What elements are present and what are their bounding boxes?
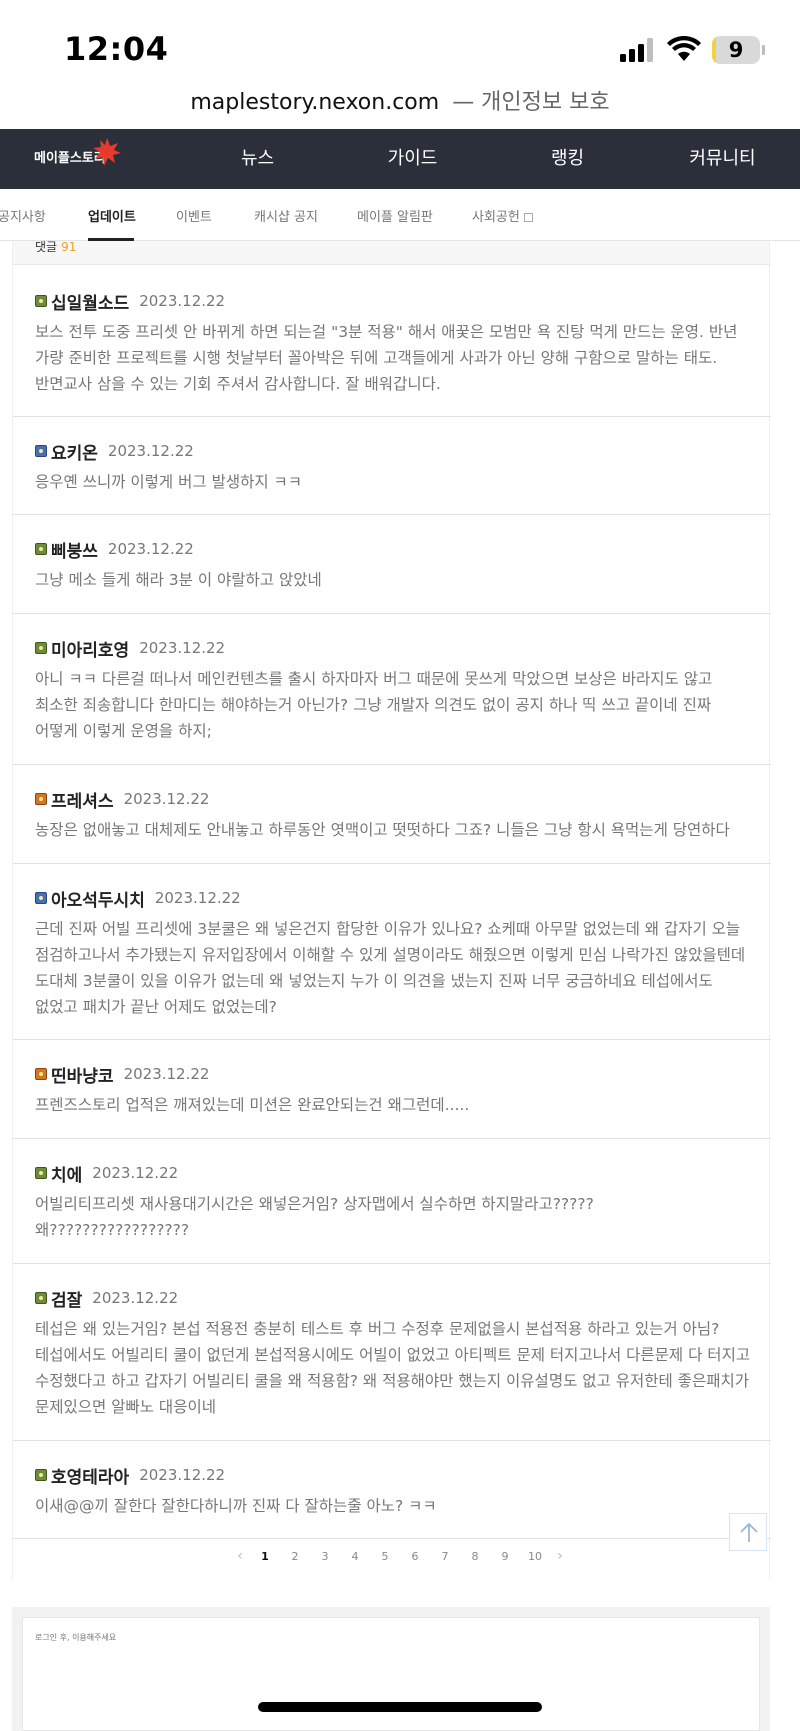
comment-text: 그냥 메소 들게 해라 3분 이 야랄하고 앉았네 [35,571,322,589]
comment-author[interactable]: 십일월소드 [51,289,129,314]
comment-input[interactable] [23,1618,759,1730]
maple-leaf-icon [93,138,121,166]
comment-date: 2023.12.22 [139,639,226,657]
level-badge-icon [35,1068,47,1080]
battery-nub [762,45,765,55]
comment-author[interactable]: 아오석두시치 [51,886,145,911]
home-indicator[interactable] [258,1702,542,1712]
page-link[interactable]: 4 [340,1550,370,1563]
subnav-update[interactable]: 업데이트 [88,206,136,225]
page-link[interactable]: 5 [370,1550,400,1563]
comment-author[interactable]: 호영테라아 [51,1463,129,1488]
comment-author[interactable]: 미아리호영 [51,636,129,661]
level-badge-icon [35,892,47,904]
nav-ranking[interactable]: 랭킹 [490,129,645,189]
comment-item: 치에 2023.12.22 어빌리티프리셋 재사용대기시간은 왜넣은거임? 상자맵… [13,1139,771,1264]
status-time: 12:04 [64,30,169,68]
level-badge-icon [35,1292,47,1304]
comment-text: 응우옌 쓰니까 이렇게 버그 발생하지 ㅋㅋ [35,473,303,491]
comment-item: 프레셔스 2023.12.22 농장은 없애놓고 대체제도 안내놓고 하루동안 엿… [13,765,771,864]
page-link[interactable]: 7 [430,1550,460,1563]
comment-text: 농장은 없애놓고 대체제도 안내놓고 하루동안 엿맥이고 떳떳하다 그죠? 니들… [35,821,730,839]
prev-page-button[interactable]: ‹ [230,1548,250,1564]
level-badge-icon [35,543,47,555]
status-bar: 12:04 9 [0,0,800,86]
comment-text: 프렌즈스토리 업적은 깨져있는데 미션은 완료안되는건 왜그런데..... [35,1096,470,1114]
page-link[interactable]: 9 [490,1550,520,1563]
comment-text: 근데 진짜 어빌 프리셋에 3분쿨은 왜 넣은건지 합당한 이유가 있나요? 쇼… [35,920,746,1016]
wifi-icon [667,36,701,61]
page-link[interactable]: 3 [310,1550,340,1563]
comment-date: 2023.12.22 [92,1289,179,1307]
comment-author[interactable]: 치에 [51,1161,82,1186]
address-bar[interactable]: maplestory.nexon.com — 개인정보 보호 [0,84,800,116]
comment-date: 2023.12.22 [139,1466,226,1484]
sub-nav: 공지사항 업데이트 이벤트 캐시샵 공지 메이플 알림판 사회공헌 [0,189,800,241]
next-page-button[interactable]: › [550,1548,570,1564]
level-badge-icon [35,642,47,654]
signal-icon [620,38,654,62]
comment-date: 2023.12.22 [123,1065,210,1083]
comment-item: 삐붕쓰 2023.12.22 그냥 메소 들게 해라 3분 이 야랄하고 앉았네 [13,515,771,614]
nav-community[interactable]: 커뮤니티 [645,129,800,189]
subnav-maple-board[interactable]: 메이플 알림판 [357,206,433,225]
comment-item: 십일월소드 2023.12.22 보스 전투 도중 프리셋 안 바뀌게 하면 되는… [13,267,771,417]
comment-date: 2023.12.22 [107,442,194,460]
subnav-event[interactable]: 이벤트 [176,206,212,225]
page-link[interactable]: 6 [400,1550,430,1563]
comment-item: 호영테라아 2023.12.22 이새@@끼 잘한다 잘한다하니까 진짜 다 잘하… [13,1441,771,1539]
comment-item: 띤바냥코 2023.12.22 프렌즈스토리 업적은 깨져있는데 미션은 완료안되… [13,1040,771,1139]
page-link[interactable]: 2 [280,1550,310,1563]
subnav-cashshop-notice[interactable]: 캐시샵 공지 [254,206,318,225]
pagination: ‹ 1 2 3 4 5 6 7 8 9 10 › [0,1540,800,1572]
comment-text: 아니 ㅋㅋ 다른걸 떠나서 메인컨텐츠를 출시 하자마자 버그 때문에 못쓰게 … [35,670,713,740]
comment-author[interactable]: 요키온 [51,439,98,464]
comment-label: 댓글 [35,240,58,254]
nav-news[interactable]: 뉴스 [180,129,335,189]
comment-text: 보스 전투 도중 프리셋 안 바뀌게 하면 되는걸 "3분 적용" 해서 애꿎은… [35,323,738,393]
comment-date: 2023.12.22 [154,889,241,907]
comment-text: 어빌리티프리셋 재사용대기시간은 왜넣은거임? 상자맵에서 실수하면 하지말라고… [35,1195,594,1239]
level-badge-icon [35,1167,47,1179]
comment-item: 아오석두시치 2023.12.22 근데 진짜 어빌 프리셋에 3분쿨은 왜 넣은… [13,864,771,1040]
comment-date: 2023.12.22 [92,1164,179,1182]
level-badge-icon [35,295,47,307]
comment-count: 91 [61,240,77,254]
battery-level: 9 [728,38,744,62]
external-link-icon [523,213,533,222]
comment-item: 검잘 2023.12.22 테섭은 왜 있는거임? 본섭 적용전 충분히 테스트 … [13,1264,771,1441]
privacy-label: — 개인정보 보호 [452,90,610,115]
comment-panel: 댓글 91 십일월소드 2023.12.22 보스 전투 도중 프리셋 안 바뀌게 … [12,241,771,1579]
main-nav: 뉴스 가이드 랭킹 커뮤니티 [180,129,800,189]
level-badge-icon [35,793,47,805]
comment-input-area [12,1607,770,1731]
comment-date: 2023.12.22 [107,540,194,558]
page-link[interactable]: 1 [250,1550,280,1563]
level-badge-icon [35,1469,47,1481]
subnav-social[interactable]: 사회공헌 [472,206,533,225]
comment-author[interactable]: 검잘 [51,1286,82,1311]
level-badge-icon [35,445,47,457]
comment-author[interactable]: 삐붕쓰 [51,537,98,562]
comment-input-box [22,1617,760,1731]
comment-text: 이새@@끼 잘한다 잘한다하니까 진짜 다 잘하는줄 아노? ㅋㅋ [35,1497,437,1515]
nav-guide[interactable]: 가이드 [335,129,490,189]
comment-author[interactable]: 띤바냥코 [51,1062,114,1087]
comment-date: 2023.12.22 [139,292,226,310]
page-link[interactable]: 8 [460,1550,490,1563]
comment-text: 테섭은 왜 있는거임? 본섭 적용전 충분히 테스트 후 버그 수정후 문제없을… [35,1320,751,1416]
comment-count-header: 댓글 91 [13,241,769,265]
site-header: 메이플스토리 뉴스 가이드 랭킹 커뮤니티 [0,129,800,189]
comment-date: 2023.12.22 [123,790,210,808]
comment-author[interactable]: 프레셔스 [51,787,114,812]
page-link[interactable]: 10 [520,1550,550,1563]
comment-item: 요키온 2023.12.22 응우옌 쓰니까 이렇게 버그 발생하지 ㅋㅋ [13,417,771,515]
comment-item: 미아리호영 2023.12.22 아니 ㅋㅋ 다른걸 떠나서 메인컨텐츠를 출시 … [13,614,771,765]
url-domain: maplestory.nexon.com [190,90,440,115]
subnav-notice[interactable]: 공지사항 [0,206,46,225]
battery-icon: 9 [712,36,760,64]
subnav-social-label: 사회공헌 [472,210,520,225]
